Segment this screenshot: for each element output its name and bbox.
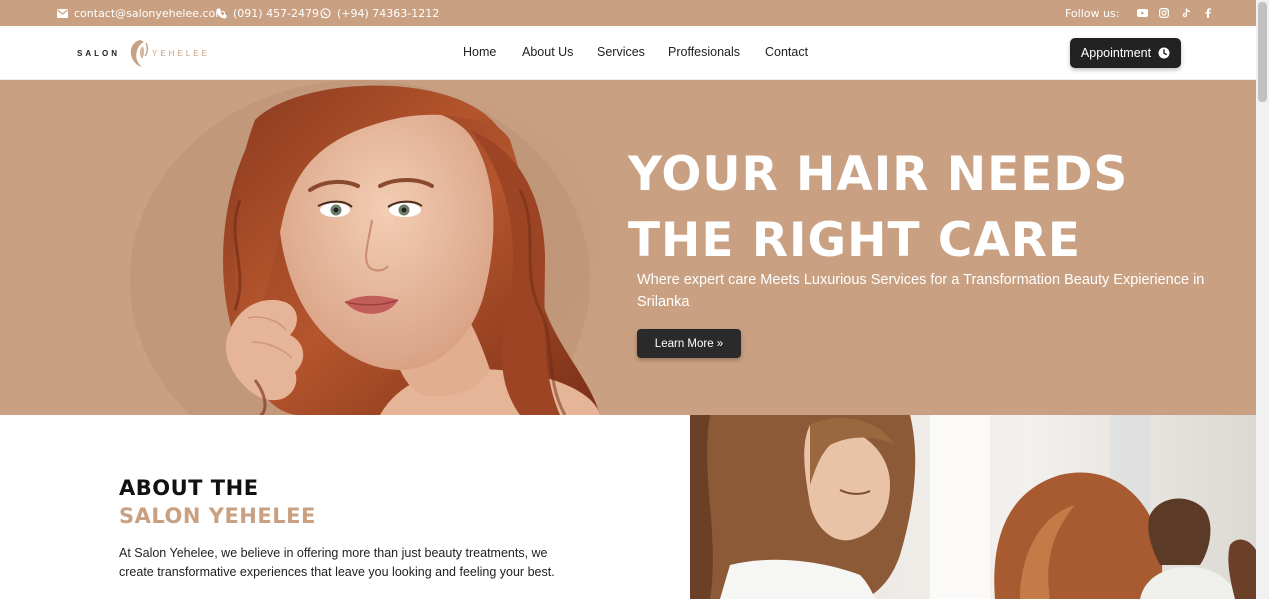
tiktok-icon[interactable]	[1175, 8, 1197, 18]
logo-text-left: SALON	[77, 48, 120, 58]
nav-proffesionals[interactable]: Proffesionals	[668, 45, 740, 59]
phone-text: (091) 457-2479	[233, 6, 320, 20]
hair-logo-icon	[130, 40, 149, 67]
about-salon-photo	[690, 415, 1256, 599]
phone-contact[interactable]: (091) 457-2479	[216, 0, 319, 26]
scrollbar-thumb[interactable]	[1258, 2, 1267, 102]
clock-icon	[1158, 47, 1170, 59]
salon-stylist-image	[690, 415, 1256, 599]
main-navbar: SALON YEHELEE Home About Us Services Pro…	[0, 26, 1256, 80]
hero-title-line1: YOUR HAIR NEEDS	[628, 147, 1129, 202]
hero-subtitle: Where expert care Meets Luxurious Servic…	[637, 272, 1205, 310]
salon-logo[interactable]: SALON YEHELEE	[77, 36, 210, 70]
youtube-icon[interactable]	[1131, 9, 1153, 17]
top-contact-bar: contact@salonyehelee.com (091) 457-2479 …	[0, 0, 1256, 26]
hero-title: YOUR HAIR NEEDS THE RIGHT CARE	[628, 142, 1228, 274]
nav-about-us[interactable]: About Us	[522, 45, 573, 59]
hero-woman-image	[130, 80, 680, 415]
page-scrollbar[interactable]	[1256, 0, 1269, 599]
email-contact[interactable]: contact@salonyehelee.com	[57, 0, 226, 26]
whatsapp-icon	[320, 7, 331, 18]
appointment-button[interactable]: Appointment	[1070, 38, 1181, 68]
email-text: contact@salonyehelee.com	[74, 6, 226, 20]
follow-us-label: Follow us:	[1065, 6, 1120, 20]
nav-services[interactable]: Services	[597, 45, 645, 59]
social-links: Follow us:	[1065, 0, 1219, 26]
hero-title-line2: THE RIGHT CARE	[628, 213, 1082, 268]
logo-text-right: YEHELEE	[152, 48, 210, 58]
instagram-icon[interactable]	[1153, 8, 1175, 18]
about-heading-line2: SALON YEHELEE	[119, 504, 316, 528]
envelope-icon	[57, 8, 68, 18]
nav-contact[interactable]: Contact	[765, 45, 808, 59]
whatsapp-text: (+94) 74363-1212	[337, 6, 440, 20]
about-description: At Salon Yehelee, we believe in offering…	[119, 546, 555, 579]
whatsapp-contact[interactable]: (+94) 74363-1212	[320, 0, 439, 26]
nav-home[interactable]: Home	[463, 45, 496, 59]
learn-more-button[interactable]: Learn More »	[637, 329, 741, 358]
hero-banner: YOUR HAIR NEEDS THE RIGHT CARE Where exp…	[0, 80, 1256, 415]
phone-icon	[216, 8, 227, 18]
about-heading-line1: ABOUT THE	[119, 476, 259, 500]
learn-more-label: Learn More »	[654, 337, 724, 350]
facebook-icon[interactable]	[1197, 8, 1219, 18]
appointment-label: Appointment	[1080, 46, 1152, 60]
